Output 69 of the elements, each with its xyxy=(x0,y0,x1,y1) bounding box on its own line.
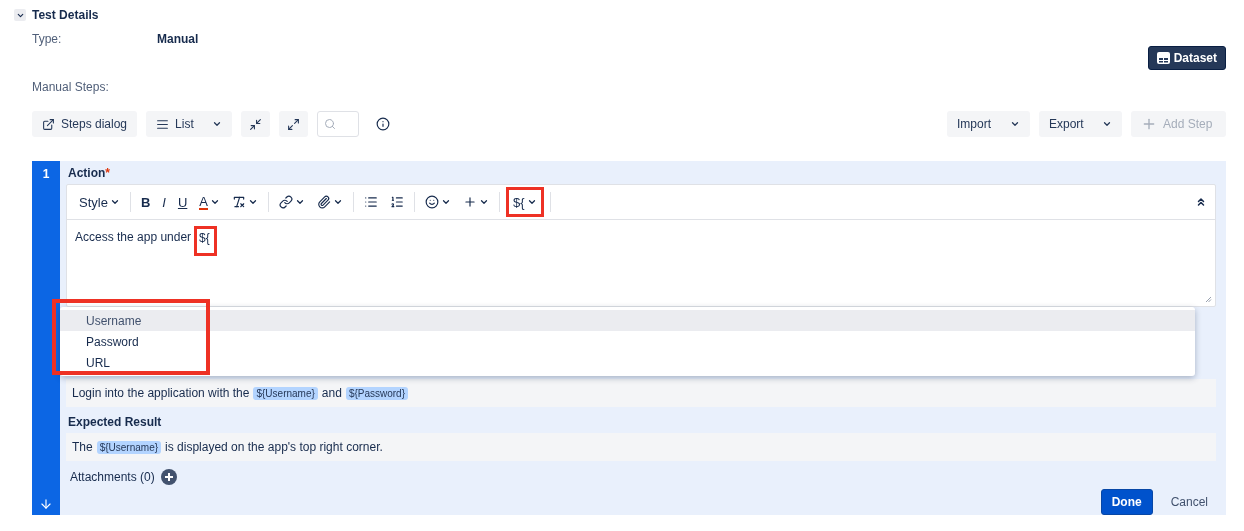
expected-label: Expected Result xyxy=(68,415,162,429)
variable-chip: ${Username} xyxy=(96,440,162,454)
action-text: Access the app under xyxy=(75,230,192,244)
caret-icon xyxy=(1102,119,1112,129)
text-color-button[interactable]: A xyxy=(195,191,224,213)
step-text: is displayed on the app's top right corner. xyxy=(165,440,383,454)
action-editor[interactable]: Style B I U A ${ Access the app under ${ xyxy=(66,184,1216,307)
underline-button[interactable]: U xyxy=(173,191,192,213)
style-menu[interactable]: Style xyxy=(75,191,124,213)
dataset-button[interactable]: Dataset xyxy=(1147,46,1226,70)
expand-button[interactable] xyxy=(279,111,309,137)
step-number: 1 xyxy=(42,167,50,181)
variable-chip: ${Password} xyxy=(345,386,409,400)
step-text: and xyxy=(321,386,342,400)
field-label: Type: xyxy=(32,32,63,46)
field-value: Manual xyxy=(157,32,199,46)
step-text: Login into the application with the xyxy=(72,386,250,400)
collapse-toggle[interactable] xyxy=(14,9,26,21)
expand-arrows-icon xyxy=(287,117,301,131)
collapse-arrows-icon xyxy=(249,117,263,131)
plus-icon xyxy=(1141,116,1157,132)
steps-label: Manual Steps: xyxy=(32,80,110,94)
clear-format-icon xyxy=(232,195,246,209)
step-text: The xyxy=(72,440,93,454)
bold-button[interactable]: B xyxy=(136,191,155,213)
section-title: Test Details xyxy=(32,8,99,22)
variable-chip: ${Username} xyxy=(253,386,318,400)
info-icon[interactable] xyxy=(376,117,391,131)
caret-icon xyxy=(1010,119,1020,129)
export-button[interactable]: Export xyxy=(1039,111,1122,137)
suggestion-item[interactable]: Password xyxy=(60,331,1195,352)
collapse-toolbar-icon[interactable] xyxy=(1195,196,1207,208)
cancel-button[interactable]: Cancel xyxy=(1162,495,1216,509)
caret-icon xyxy=(479,197,489,207)
typed-text: ${ xyxy=(194,226,217,256)
italic-button[interactable]: I xyxy=(158,191,170,213)
action-label: Action* xyxy=(68,166,110,180)
table-icon xyxy=(1156,52,1170,64)
plus-icon xyxy=(463,195,477,209)
attachments-label: Attachments (0) xyxy=(70,470,155,484)
caret-icon xyxy=(210,197,220,207)
suggestion-item[interactable]: URL xyxy=(60,352,1195,373)
data-field[interactable]: Login into the application with the ${Username} and ${Password} xyxy=(66,379,1216,407)
caret-icon xyxy=(248,197,258,207)
lines-icon xyxy=(156,117,170,131)
caret-icon xyxy=(526,197,537,207)
external-link-icon xyxy=(42,117,55,131)
variable-button[interactable]: ${ xyxy=(506,187,544,217)
suggestion-item[interactable]: Username xyxy=(60,310,1195,331)
link-icon xyxy=(279,195,293,209)
resize-grip-icon[interactable] xyxy=(1205,296,1212,303)
add-circle-icon[interactable] xyxy=(160,469,177,485)
search-field[interactable] xyxy=(317,111,360,137)
bullet-list-icon xyxy=(364,195,378,209)
caret-icon xyxy=(109,197,120,207)
numbered-list-icon xyxy=(390,195,404,209)
import-button[interactable]: Import xyxy=(947,111,1030,137)
expected-field[interactable]: The ${Username} is displayed on the app's top right corner. xyxy=(66,433,1216,461)
search-icon xyxy=(324,118,337,130)
done-button[interactable]: Done xyxy=(1100,489,1153,515)
smiley-icon xyxy=(425,195,439,209)
caret-icon xyxy=(212,119,223,129)
paperclip-icon xyxy=(317,195,331,209)
caret-icon xyxy=(295,197,305,207)
caret-icon xyxy=(441,197,451,207)
collapse-button[interactable] xyxy=(241,111,271,137)
steps-dialog-button[interactable]: Steps dialog xyxy=(32,111,138,137)
view-dropdown[interactable]: List xyxy=(146,111,233,137)
caret-icon xyxy=(333,197,343,207)
